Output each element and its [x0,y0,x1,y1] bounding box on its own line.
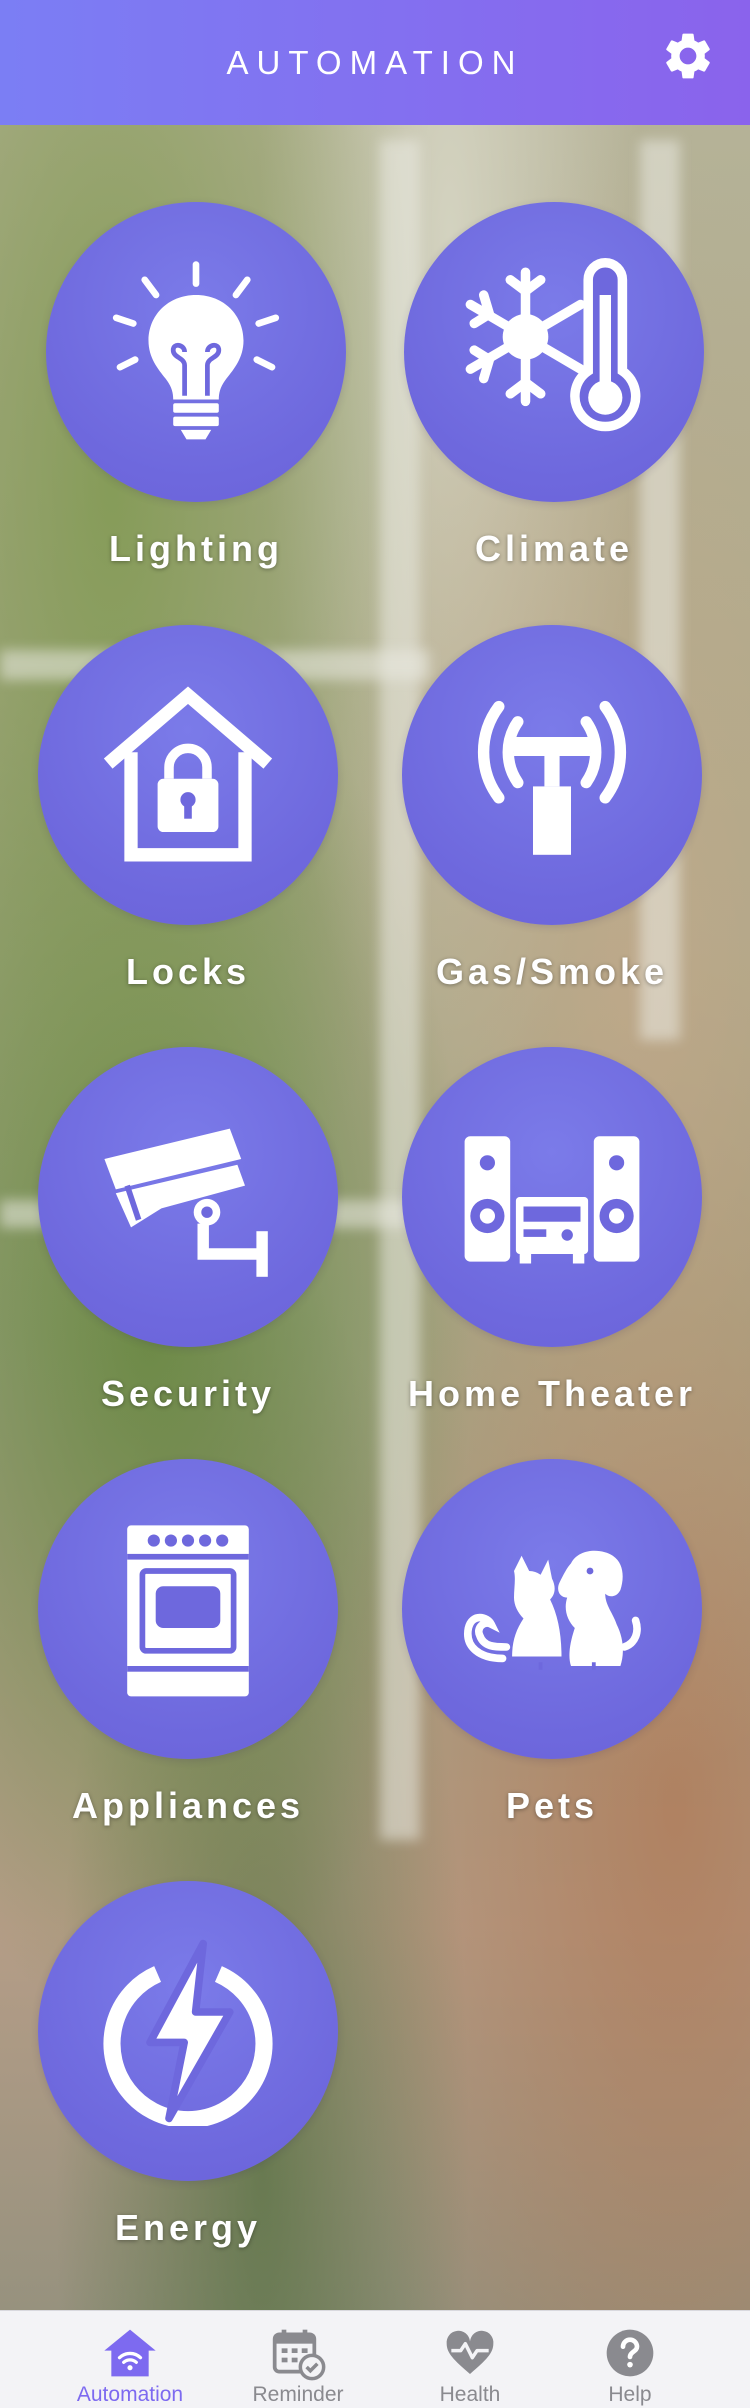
tile-appliances-circle [38,1459,338,1759]
cat-dog-icon [464,1550,641,1670]
security-camera-icon [104,1128,268,1277]
tab-reminder-label: Reminder [252,2383,344,2406]
tab-help-label: Help [608,2383,652,2406]
tile-climate[interactable]: Climate [404,202,704,570]
tile-pets-circle [402,1459,702,1759]
tile-locks-circle [38,625,338,925]
snowflake-thermometer-icon [465,257,641,432]
calendar-check-icon [272,2329,326,2381]
stove-icon [127,1525,249,1697]
question-icon [606,2329,654,2377]
tile-locks-label: Locks [125,951,251,992]
app-header: AUTOMATION [0,0,750,125]
tab-help[interactable]: Help [546,2311,714,2408]
tile-energy-circle [38,1881,338,2181]
tile-gas-smoke[interactable]: Gas/Smoke [402,625,702,993]
tile-lighting-circle [46,202,346,502]
tile-gas-smoke-circle [402,625,702,925]
tab-automation-label: Automation [76,2383,184,2406]
tile-pets-label: Pets [505,1785,599,1826]
tile-locks[interactable]: Locks [38,625,338,993]
gear-icon[interactable] [660,28,716,84]
tile-home-theater-label: Home Theater [407,1373,697,1414]
tile-lighting-label: Lighting [109,528,283,569]
tile-climate-circle [404,202,704,502]
tab-automation[interactable]: Automation [46,2311,214,2408]
tile-appliances-label: Appliances [71,1785,305,1826]
tile-energy-label: Energy [114,2207,262,2248]
tile-energy[interactable]: Energy [38,1881,338,2249]
tile-pets[interactable]: Pets [402,1459,702,1827]
tab-reminder[interactable]: Reminder [214,2311,382,2408]
page-title: AUTOMATION [226,43,524,81]
lightning-bolt-icon [103,1939,273,2126]
tile-climate-label: Climate [474,528,634,569]
heart-pulse-icon [446,2330,494,2374]
tile-appliances[interactable]: Appliances [38,1459,338,1827]
tile-gas-smoke-label: Gas/Smoke [435,951,669,992]
stereo-speakers-icon [464,1136,640,1264]
tile-security[interactable]: Security [38,1047,338,1415]
tab-health-label: Health [439,2383,501,2406]
tab-health[interactable]: Health [386,2311,554,2408]
tile-lighting[interactable]: Lighting [46,202,346,570]
tile-security-circle [38,1047,338,1347]
home-wifi-icon [104,2329,156,2377]
bottom-tab-bar: Automation Reminder Health Help [0,2310,750,2408]
tile-home-theater[interactable]: Home Theater [402,1047,702,1415]
automation-screen: AUTOMATION Lighting Climate Locks Gas/Sm… [0,0,750,2408]
lightbulb-icon [112,261,280,440]
tile-home-theater-circle [402,1047,702,1347]
tile-security-label: Security [100,1373,276,1414]
house-lock-icon [103,686,273,862]
sensor-signal-icon [477,700,627,855]
